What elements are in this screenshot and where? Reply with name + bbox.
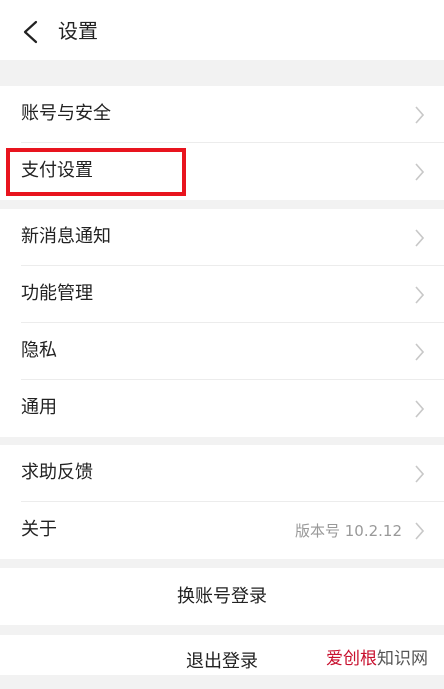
group-general: 新消息通知 功能管理 隐私 通用 — [0, 209, 444, 437]
settings-item-features[interactable]: 功能管理 — [0, 266, 444, 323]
watermark-part2: 知识网 — [377, 649, 428, 669]
chevron-right-icon — [415, 106, 424, 124]
settings-item-account-security[interactable]: 账号与安全 — [0, 86, 444, 143]
settings-item-privacy[interactable]: 隐私 — [0, 323, 444, 380]
chevron-right-icon — [415, 163, 424, 181]
settings-item-general[interactable]: 通用 — [0, 380, 444, 437]
chevron-right-icon — [415, 229, 424, 247]
version-text: 版本号 10.2.12 — [294, 522, 402, 540]
settings-item-label: 通用 — [21, 397, 57, 418]
settings-item-label: 功能管理 — [21, 283, 93, 304]
settings-item-label: 账号与安全 — [21, 103, 111, 124]
settings-item-label: 关于 — [21, 519, 57, 540]
settings-item-notifications[interactable]: 新消息通知 — [0, 209, 444, 266]
settings-item-about[interactable]: 关于 版本号 10.2.12 — [0, 502, 444, 559]
chevron-right-icon — [415, 465, 424, 483]
settings-item-label: 隐私 — [21, 340, 57, 361]
chevron-right-icon — [415, 286, 424, 304]
group-help: 求助反馈 关于 版本号 10.2.12 — [0, 445, 444, 559]
logout-label: 退出登录 — [186, 651, 258, 672]
switch-account-label: 换账号登录 — [177, 586, 267, 607]
chevron-right-icon — [415, 343, 424, 361]
highlight-box — [6, 148, 186, 196]
chevron-right-icon — [415, 522, 424, 540]
settings-item-label: 新消息通知 — [21, 226, 111, 247]
page-title: 设置 — [58, 19, 98, 43]
settings-item-help-feedback[interactable]: 求助反馈 — [0, 445, 444, 502]
header-bar: 设置 — [0, 0, 444, 60]
settings-item-label: 求助反馈 — [21, 462, 93, 483]
watermark: 爱创根知识网 — [326, 644, 428, 669]
chevron-right-icon — [415, 400, 424, 418]
back-arrow-icon[interactable] — [20, 20, 42, 44]
switch-account-button[interactable]: 换账号登录 — [0, 568, 444, 625]
watermark-part1: 爱创根 — [326, 649, 377, 669]
